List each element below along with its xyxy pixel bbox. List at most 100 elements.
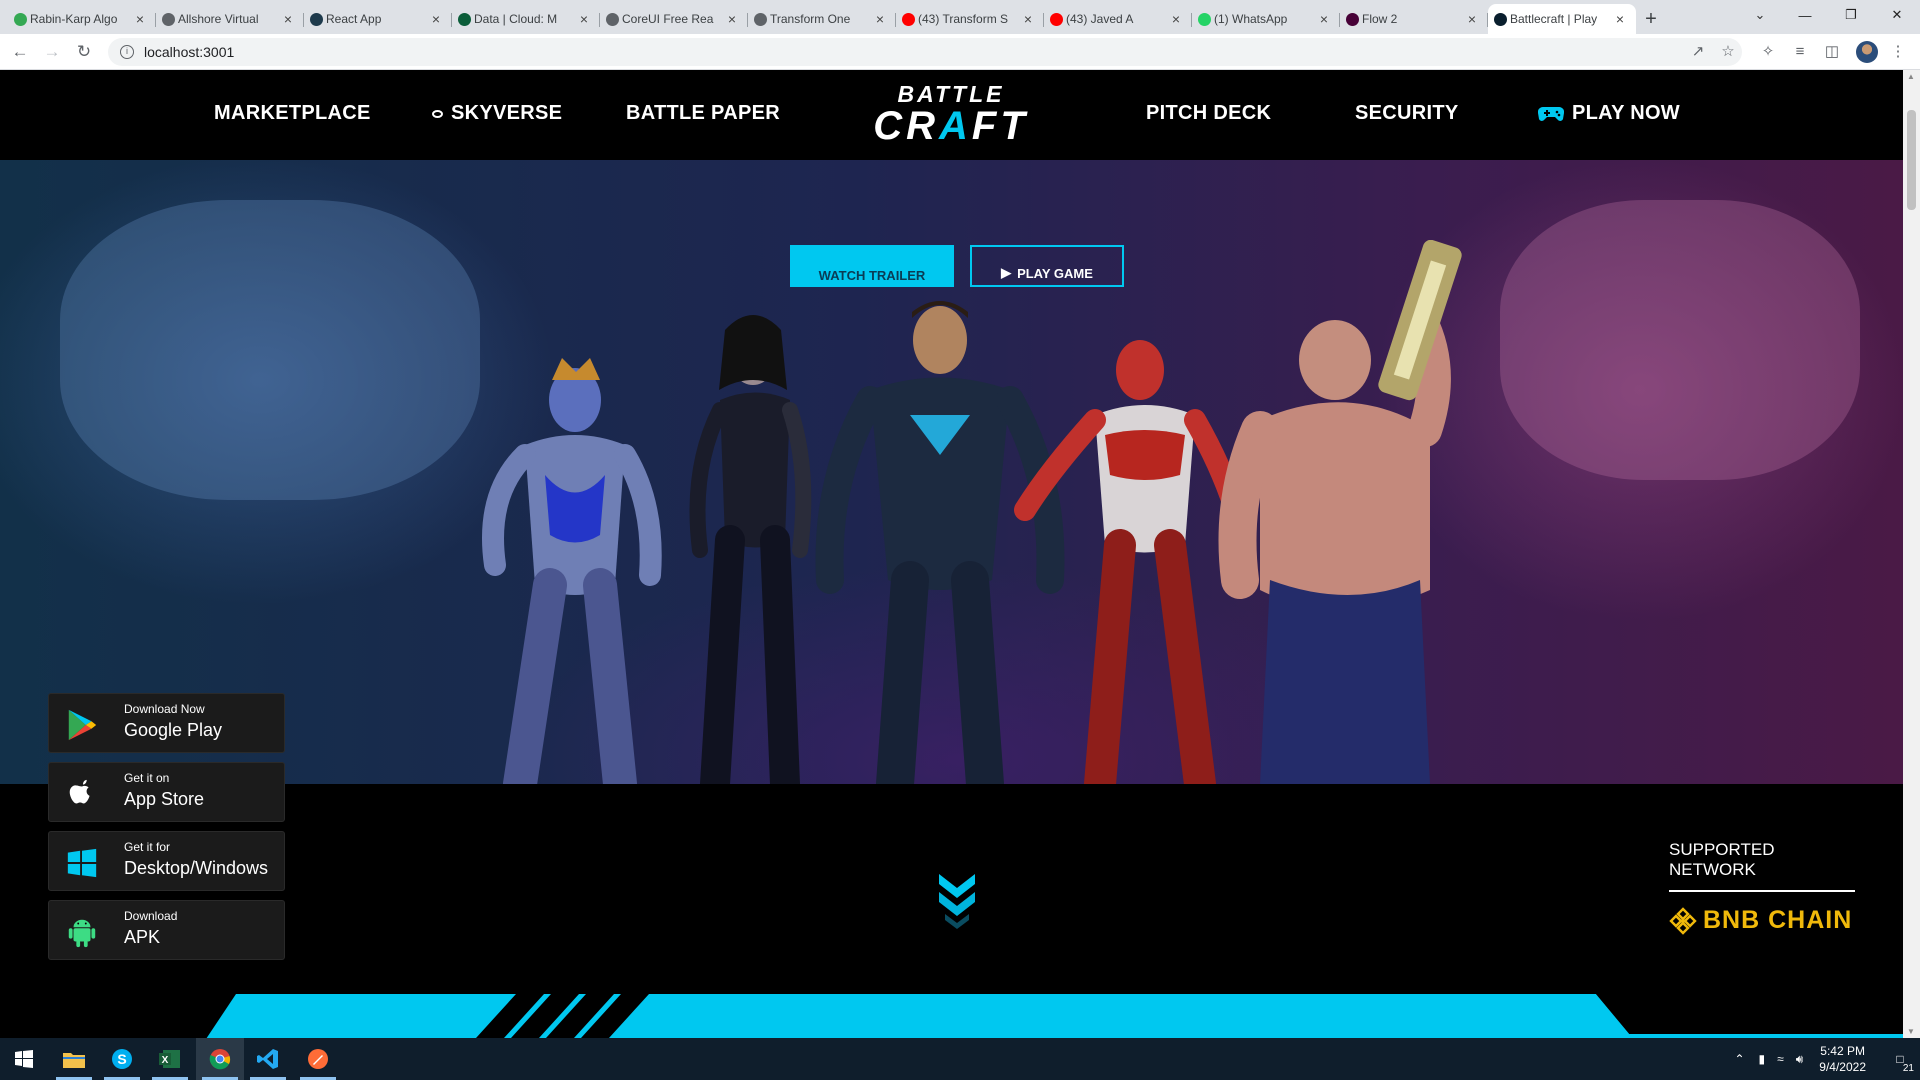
character-big-brawler bbox=[1218, 240, 1462, 784]
bookmark-star-icon[interactable]: ☆ bbox=[1718, 42, 1738, 62]
windows-taskbar: S X ⌃ ▮ ≈ 🔊︎ 5:42 PM 9/4/2022 □ 21 bbox=[0, 1038, 1920, 1080]
tab-title: Transform One bbox=[770, 12, 851, 26]
tab-list: Rabin-Karp Algo × Allshore Virtual × React A… bbox=[0, 0, 1636, 34]
taskbar-excel[interactable]: X bbox=[146, 1038, 194, 1080]
notification-count: 21 bbox=[1902, 1063, 1914, 1074]
taskbar-skype[interactable]: S bbox=[98, 1038, 146, 1080]
reload-icon[interactable]: ↻ bbox=[72, 40, 96, 64]
browser-tab[interactable]: Allshore Virtual × bbox=[156, 4, 304, 34]
taskbar-clock[interactable]: 5:42 PM 9/4/2022 bbox=[1819, 1043, 1866, 1075]
scroll-down-chevrons-icon[interactable] bbox=[935, 870, 979, 940]
tab-close-icon[interactable]: × bbox=[576, 11, 592, 27]
nav-marketplace[interactable]: MARKETPLACE bbox=[214, 102, 371, 125]
browser-tab[interactable]: Data | Cloud: M × bbox=[452, 4, 600, 34]
taskbar-file-explorer[interactable] bbox=[50, 1038, 98, 1080]
scroll-up-arrow-icon[interactable]: ▲ bbox=[1907, 72, 1915, 81]
tab-title: (43) Transform S bbox=[918, 12, 1009, 26]
taskbar-chrome[interactable] bbox=[196, 1038, 244, 1080]
tab-close-icon[interactable]: × bbox=[280, 11, 296, 27]
extensions-icon[interactable]: ✧ bbox=[1758, 42, 1778, 62]
window-controls: — ❐ ✕ bbox=[1782, 0, 1920, 30]
tab-close-icon[interactable]: × bbox=[1020, 11, 1036, 27]
nav-play-now[interactable]: PLAY NOW bbox=[1538, 102, 1680, 125]
chrome-icon bbox=[209, 1049, 231, 1070]
start-button[interactable] bbox=[0, 1038, 48, 1080]
bnb-icon bbox=[1669, 906, 1697, 935]
browser-tab[interactable]: CoreUI Free Rea × bbox=[600, 4, 748, 34]
browser-tab[interactable]: (43) Transform S × bbox=[896, 4, 1044, 34]
tab-close-icon[interactable]: × bbox=[1612, 11, 1628, 27]
browser-tab[interactable]: Transform One × bbox=[748, 4, 896, 34]
browser-tab[interactable]: React App × bbox=[304, 4, 452, 34]
nav-skyverse[interactable]: SKYVERSE bbox=[432, 102, 562, 125]
mech-silhouette-right bbox=[1500, 200, 1860, 480]
logo-part-1: CR bbox=[873, 104, 939, 148]
page-viewport: WATCH TRAILER ▶ PLAY GAME MARKETPLACE SK… bbox=[0, 70, 1903, 1038]
site-info-icon[interactable]: i bbox=[120, 45, 134, 59]
app-store-button[interactable]: Get it on App Store bbox=[48, 762, 285, 822]
browser-tab[interactable]: (43) Javed A × bbox=[1044, 4, 1192, 34]
tab-favicon-icon bbox=[14, 13, 27, 26]
tab-title: React App bbox=[326, 12, 382, 26]
browser-tab[interactable]: (1) WhatsApp × bbox=[1192, 4, 1340, 34]
taskbar-vscode[interactable] bbox=[244, 1038, 292, 1080]
address-bar[interactable]: i localhost:3001 bbox=[108, 38, 1742, 66]
svg-text:X: X bbox=[162, 1055, 169, 1066]
desktop-windows-button[interactable]: Get it for Desktop/Windows bbox=[48, 831, 285, 891]
forward-icon[interactable]: → bbox=[40, 40, 64, 64]
browser-tab[interactable]: Flow 2 × bbox=[1340, 4, 1488, 34]
google-play-button[interactable]: Download Now Google Play bbox=[48, 693, 285, 753]
minimize-button[interactable]: — bbox=[1782, 0, 1828, 30]
tab-title: Data | Cloud: M bbox=[474, 12, 558, 26]
close-window-button[interactable]: ✕ bbox=[1874, 0, 1920, 30]
logo-bottom-text: CRAFT bbox=[848, 106, 1054, 146]
tab-close-icon[interactable]: × bbox=[428, 11, 444, 27]
clock-date: 9/4/2022 bbox=[1819, 1060, 1866, 1074]
browser-tab[interactable]: Rabin-Karp Algo × bbox=[8, 4, 156, 34]
notification-center-button[interactable]: □ 21 bbox=[1880, 1038, 1920, 1080]
battlecraft-logo[interactable]: BATTLE CRAFT bbox=[848, 82, 1054, 148]
tab-favicon-icon bbox=[606, 13, 619, 26]
volume-icon[interactable]: 🔊︎ bbox=[1796, 1052, 1804, 1067]
tab-close-icon[interactable]: × bbox=[132, 11, 148, 27]
tab-close-icon[interactable]: × bbox=[1168, 11, 1184, 27]
nav-battle-paper[interactable]: BATTLE PAPER bbox=[626, 102, 780, 125]
page-scrollbar[interactable]: ▲ ▼ bbox=[1903, 70, 1920, 1038]
windows-icon bbox=[67, 848, 97, 878]
tab-title: Flow 2 bbox=[1362, 12, 1398, 26]
restore-button[interactable]: ❐ bbox=[1828, 0, 1874, 30]
tab-search-icon[interactable]: ⌄ bbox=[1745, 0, 1775, 30]
menu-kebab-icon[interactable]: ⋮ bbox=[1888, 42, 1908, 62]
windows-start-icon bbox=[15, 1050, 33, 1068]
tab-close-icon[interactable]: × bbox=[872, 11, 888, 27]
tab-favicon-icon bbox=[1050, 13, 1063, 26]
logo-top-text: BATTLE bbox=[897, 81, 1005, 107]
scroll-down-arrow-icon[interactable]: ▼ bbox=[1907, 1027, 1915, 1036]
nav-pitch-deck[interactable]: PITCH DECK bbox=[1146, 102, 1271, 125]
store-big-label: App Store bbox=[124, 789, 205, 809]
battery-icon[interactable]: ▮ bbox=[1759, 1052, 1766, 1066]
taskbar-postman[interactable] bbox=[294, 1038, 342, 1080]
excel-icon: X bbox=[159, 1050, 180, 1068]
bnb-chain-logo[interactable]: BNB CHAIN bbox=[1669, 906, 1855, 935]
browser-tab[interactable]: Battlecraft | Play × bbox=[1488, 4, 1636, 34]
tray-overflow-chevron-icon[interactable]: ⌃ bbox=[1734, 1052, 1744, 1066]
scrollbar-thumb[interactable] bbox=[1907, 110, 1916, 210]
gamepad-icon bbox=[1538, 106, 1564, 121]
apk-download-button[interactable]: Download APK bbox=[48, 900, 285, 960]
tab-title: Rabin-Karp Algo bbox=[30, 12, 118, 26]
logo-part-a: A bbox=[939, 104, 972, 148]
supported-network-label: SUPPORTED NETWORK bbox=[1669, 840, 1855, 892]
browser-tab-strip: Rabin-Karp Algo × Allshore Virtual × React A… bbox=[0, 0, 1920, 34]
share-icon[interactable]: ↗ bbox=[1688, 42, 1708, 62]
reading-list-icon[interactable]: ≡ bbox=[1790, 42, 1810, 62]
nav-security[interactable]: SECURITY bbox=[1355, 102, 1459, 125]
new-tab-button[interactable]: + bbox=[1636, 4, 1666, 34]
profile-avatar[interactable] bbox=[1856, 41, 1878, 63]
tab-close-icon[interactable]: × bbox=[1316, 11, 1332, 27]
tab-close-icon[interactable]: × bbox=[1464, 11, 1480, 27]
tab-close-icon[interactable]: × bbox=[724, 11, 740, 27]
back-icon[interactable]: ← bbox=[8, 40, 32, 64]
side-panel-icon[interactable]: ◫ bbox=[1822, 42, 1842, 62]
wifi-icon[interactable]: ≈ bbox=[1777, 1052, 1784, 1066]
